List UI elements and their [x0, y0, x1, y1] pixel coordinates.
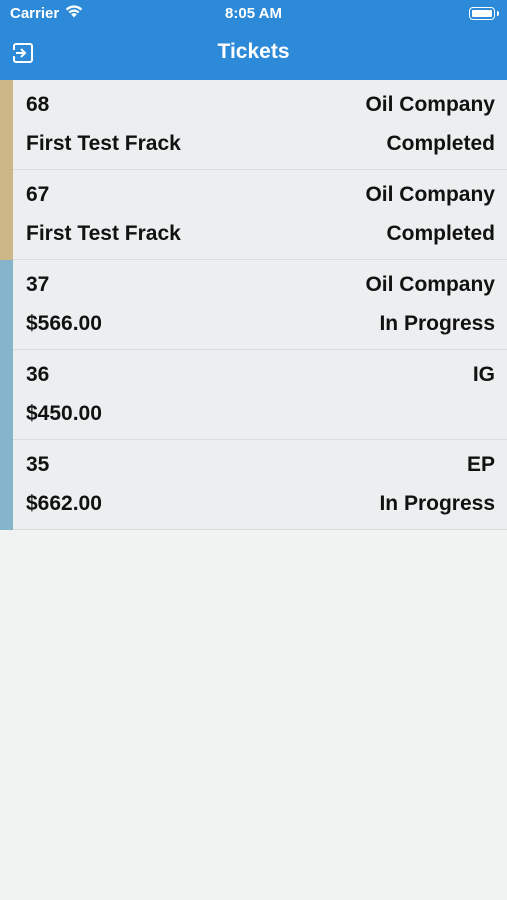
ticket-row-68[interactable]: 68 Oil Company First Test Frack Complete…	[0, 80, 507, 170]
status-stripe	[0, 260, 13, 350]
ticket-customer: Oil Company	[365, 183, 495, 206]
status-stripe	[0, 80, 13, 170]
nav-bar: Tickets	[0, 28, 507, 80]
ticket-customer: Oil Company	[365, 273, 495, 296]
ticket-amount: $566.00	[26, 312, 102, 335]
ticket-row-36[interactable]: 36 IG $450.00	[0, 350, 507, 440]
ticket-number: 36	[26, 363, 50, 386]
ticket-status: Completed	[386, 222, 495, 245]
ticket-number: 68	[26, 93, 50, 116]
ticket-company: First Test Frack	[26, 222, 181, 245]
ticket-number: 67	[26, 183, 50, 206]
status-time: 8:05 AM	[225, 5, 282, 22]
page-title: Tickets	[217, 40, 290, 63]
ticket-status: Completed	[386, 132, 495, 155]
ticket-list: 68 Oil Company First Test Frack Complete…	[0, 80, 507, 530]
ticket-customer: EP	[466, 453, 495, 476]
status-stripe	[0, 440, 13, 530]
ticket-amount: $450.00	[26, 402, 102, 425]
status-stripe	[0, 170, 13, 260]
status-stripe	[0, 350, 13, 440]
battery-icon	[469, 7, 499, 20]
ticket-number: 35	[26, 453, 50, 476]
ticket-status: In Progress	[379, 312, 495, 335]
ticket-customer: Oil Company	[365, 93, 495, 116]
ticket-company: First Test Frack	[26, 132, 181, 155]
ticket-row-37[interactable]: 37 Oil Company $566.00 In Progress	[0, 260, 507, 350]
ticket-status: In Progress	[379, 492, 495, 515]
ticket-row-67[interactable]: 67 Oil Company First Test Frack Complete…	[0, 170, 507, 260]
status-bar: Carrier 8:05 AM	[0, 0, 507, 28]
ticket-number: 37	[26, 273, 50, 296]
ticket-customer: IG	[472, 363, 495, 386]
ticket-row-35[interactable]: 35 EP $662.00 In Progress	[0, 440, 507, 530]
ticket-amount: $662.00	[26, 492, 102, 515]
